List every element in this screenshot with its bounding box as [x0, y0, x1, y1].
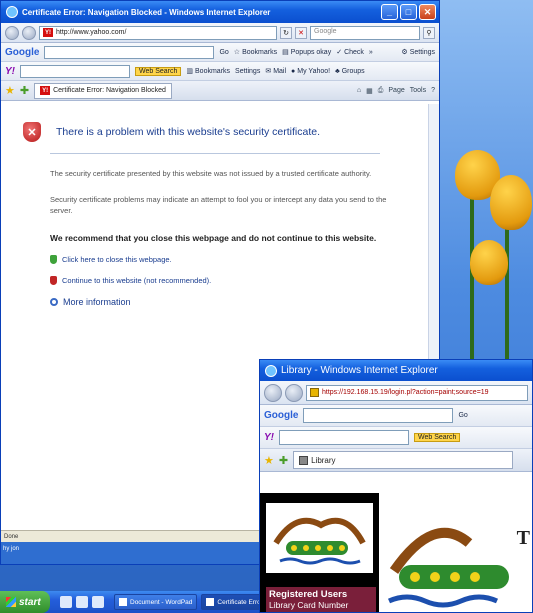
- lock-icon: [310, 388, 319, 397]
- favorites-star-icon[interactable]: ★: [264, 454, 274, 467]
- yahoo-search-input[interactable]: [20, 64, 130, 78]
- ie-icon: [206, 598, 215, 606]
- library-banner-logo: [387, 527, 509, 608]
- address-bar: https://192.168.15.19/login.pl?action=pa…: [260, 381, 532, 405]
- tab-certificate-error[interactable]: Y! Certificate Error: Navigation Blocked: [34, 82, 172, 99]
- window-titlebar[interactable]: Certificate Error: Navigation Blocked - …: [1, 1, 439, 23]
- home-icon[interactable]: ⌂: [357, 87, 361, 95]
- help-icon[interactable]: ?: [431, 87, 435, 95]
- close-button[interactable]: ✕: [419, 4, 436, 20]
- wordpad-icon: [119, 598, 127, 606]
- bookmarks-button[interactable]: ☆ Bookmarks: [234, 48, 277, 57]
- expand-circle-icon: [50, 297, 58, 306]
- my-yahoo-button[interactable]: ● My Yahoo!: [291, 68, 330, 75]
- window-titlebar[interactable]: Library - Windows Internet Explorer: [260, 360, 532, 381]
- back-button[interactable]: [264, 383, 282, 402]
- go-button[interactable]: Go: [458, 412, 467, 419]
- yahoo-favicon-icon: Y!: [43, 28, 53, 37]
- ie-logo-icon: [6, 6, 18, 18]
- stop-icon[interactable]: ✕: [295, 26, 307, 39]
- search-icon[interactable]: ⚲: [423, 26, 435, 39]
- back-button[interactable]: [5, 25, 19, 40]
- google-toolbar: Google Go ☆ Bookmarks ▤ Popups okay ✓ Ch…: [1, 43, 439, 62]
- more-chevron-icon[interactable]: »: [369, 49, 373, 56]
- google-toolbar: Google Go: [260, 405, 532, 427]
- red-shield-icon: [50, 275, 57, 285]
- tab-library[interactable]: Library: [293, 451, 514, 469]
- search-input[interactable]: Google: [310, 25, 420, 40]
- web-search-button[interactable]: Web Search: [414, 433, 461, 442]
- feeds-icon[interactable]: ▦: [366, 87, 373, 95]
- google-logo[interactable]: Google: [264, 410, 298, 421]
- registered-users-box[interactable]: Registered Users Library Card Number: [266, 587, 376, 612]
- library-sidebar: Registered Users Library Card Number: [260, 493, 379, 612]
- ie-logo-icon: [265, 364, 277, 377]
- google-logo[interactable]: Google: [5, 47, 39, 58]
- address-input[interactable]: https://192.168.15.19/login.pl?action=pa…: [306, 384, 528, 401]
- divider: [50, 153, 380, 154]
- window-title: Certificate Error: Navigation Blocked - …: [22, 7, 271, 17]
- yahoo-toolbar: Y! Web Search ▥ Bookmarks Settings ✉ Mai…: [1, 62, 439, 81]
- google-search-input[interactable]: [44, 45, 215, 59]
- tab-row: ★ ✚ Y! Certificate Error: Navigation Blo…: [1, 81, 439, 101]
- library-logo: [266, 503, 373, 573]
- print-icon[interactable]: ⎙: [378, 87, 384, 95]
- close-webpage-link[interactable]: Click here to close this webpage.: [50, 254, 439, 264]
- library-favicon-icon: [299, 455, 309, 465]
- quick-launch: [54, 596, 110, 608]
- web-search-button[interactable]: Web Search: [135, 66, 182, 76]
- quicklaunch-ie-icon[interactable]: [60, 596, 72, 608]
- window-title: Library - Windows Internet Explorer: [281, 365, 438, 376]
- maximize-button[interactable]: □: [400, 4, 417, 20]
- yahoo-bookmarks-button[interactable]: ▥ Bookmarks: [186, 67, 230, 76]
- yahoo-settings-button[interactable]: Settings: [235, 68, 260, 75]
- yahoo-logo[interactable]: Y!: [5, 66, 15, 77]
- green-shield-icon: [50, 254, 57, 264]
- address-input[interactable]: Y! http://www.yahoo.com/: [39, 25, 277, 40]
- tools-menu[interactable]: Tools: [410, 87, 426, 95]
- google-settings-button[interactable]: ⚙ Settings: [401, 48, 435, 57]
- error-description: The security certificate presented by th…: [50, 169, 372, 178]
- library-name-partial: T: [516, 527, 530, 549]
- library-header: T: [379, 493, 532, 612]
- yahoo-toolbar: Y! Web Search: [260, 427, 532, 449]
- shield-error-icon: ✕: [23, 122, 41, 142]
- refresh-icon[interactable]: ↻: [280, 26, 292, 39]
- more-information-link[interactable]: More information: [50, 297, 439, 307]
- error-warning: Security certificate problems may indica…: [50, 194, 387, 216]
- address-bar: Y! http://www.yahoo.com/ ↻ ✕ Google ⚲: [1, 23, 439, 43]
- library-page: Registered Users Library Card Number T: [260, 493, 532, 612]
- yahoo-search-input[interactable]: [279, 430, 409, 445]
- yahoo-logo[interactable]: Y!: [264, 432, 274, 443]
- groups-button[interactable]: ♣ Groups: [335, 68, 365, 75]
- quicklaunch-media-icon[interactable]: [76, 596, 88, 608]
- page-menu[interactable]: Page: [388, 87, 404, 95]
- ie-window-library: Library - Windows Internet Explorer http…: [259, 359, 533, 613]
- yahoo-favicon-icon: Y!: [40, 86, 51, 95]
- continue-website-link[interactable]: Continue to this website (not recommende…: [50, 275, 439, 285]
- google-search-input[interactable]: [303, 408, 454, 423]
- forward-button[interactable]: [285, 383, 303, 402]
- tab-row: ★ ✚ Library: [260, 449, 532, 472]
- forward-button[interactable]: [22, 25, 36, 40]
- minimize-button[interactable]: _: [381, 4, 398, 20]
- error-title: There is a problem with this website's s…: [56, 126, 321, 138]
- go-button[interactable]: Go: [219, 49, 228, 56]
- recommendation-text: We recommend that you close this webpage…: [50, 232, 377, 243]
- desktop-note: hy jon: [3, 546, 20, 552]
- popups-button[interactable]: ▤ Popups okay: [282, 48, 331, 57]
- quicklaunch-desktop-icon[interactable]: [92, 596, 104, 608]
- windows-flag-icon: [6, 597, 16, 607]
- check-button[interactable]: ✓ Check: [336, 48, 364, 57]
- task-wordpad[interactable]: Document - WordPad: [114, 594, 198, 610]
- favorites-star-icon[interactable]: ★: [5, 84, 15, 97]
- add-favorites-icon[interactable]: ✚: [279, 454, 288, 467]
- mail-button[interactable]: ✉ Mail: [265, 67, 286, 76]
- tulip-flower: [470, 240, 508, 285]
- tulip-flower: [490, 175, 532, 230]
- start-button[interactable]: start: [0, 591, 50, 613]
- add-favorites-icon[interactable]: ✚: [20, 84, 29, 97]
